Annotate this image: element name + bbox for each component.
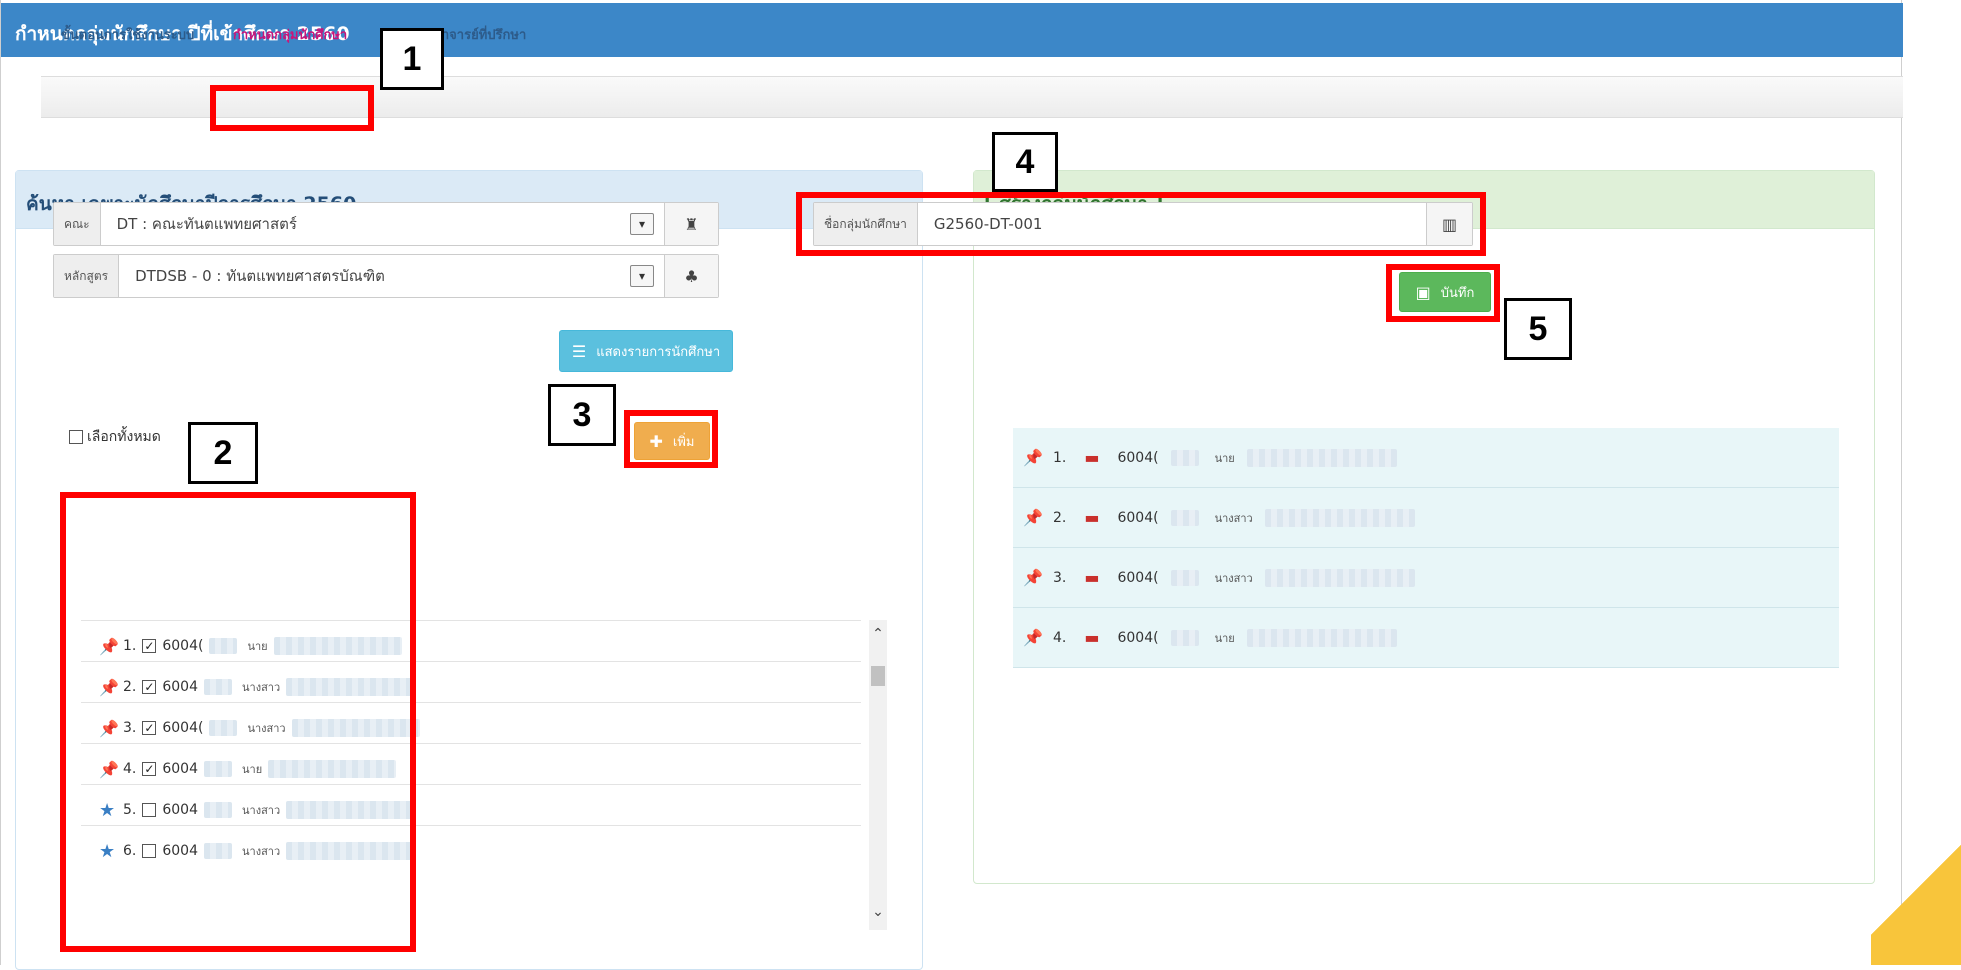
redacted-id-suffix bbox=[1170, 569, 1199, 586]
member-index: 3. bbox=[1053, 569, 1067, 586]
member-index: 4. bbox=[1053, 629, 1067, 646]
building-icon[interactable]: ♜ bbox=[664, 203, 718, 245]
redacted-name bbox=[1264, 568, 1415, 587]
member-id: 6004( bbox=[1117, 449, 1159, 466]
chevron-up-icon[interactable]: ⌃ bbox=[869, 626, 887, 642]
remove-icon[interactable]: ▬ bbox=[1084, 508, 1099, 527]
callout-box-4 bbox=[796, 192, 1486, 256]
group-member-list: 📌 1. ▬ 6004( นาย 📌 2. ▬ 6004( นางสาว 📌 3… bbox=[1013, 428, 1839, 668]
chevron-down-icon[interactable]: ▾ bbox=[630, 213, 654, 235]
pin-icon: 📌 bbox=[1023, 568, 1043, 587]
remove-icon[interactable]: ▬ bbox=[1084, 568, 1099, 587]
curriculum-select[interactable]: DTDSB - 0 : ทันตแพทยศาสตรบัณฑิต bbox=[119, 255, 630, 297]
member-prefix: นาย bbox=[1214, 451, 1235, 465]
member-id: 6004( bbox=[1117, 509, 1159, 526]
list-icon: ☰ bbox=[571, 341, 587, 361]
redacted-id-suffix bbox=[1170, 449, 1199, 466]
redacted-name bbox=[1246, 628, 1397, 647]
curriculum-label: หลักสูตร bbox=[54, 255, 120, 297]
scrollbar-thumb[interactable] bbox=[871, 666, 885, 686]
tree-icon[interactable]: ♣ bbox=[664, 255, 718, 297]
callout-box-3 bbox=[624, 410, 718, 468]
member-id: 6004( bbox=[1117, 569, 1159, 586]
curriculum-select-group[interactable]: หลักสูตร DTDSB - 0 : ทันตแพทยศาสตรบัณฑิต… bbox=[53, 254, 719, 298]
member-id: 6004( bbox=[1117, 629, 1159, 646]
faculty-label: คณะ bbox=[54, 203, 101, 245]
show-students-label: แสดงรายการนักศึกษา bbox=[596, 344, 721, 360]
callout-number-1: 1 bbox=[380, 28, 444, 90]
show-students-button[interactable]: ☰ แสดงรายการนักศึกษา bbox=[559, 330, 733, 372]
member-prefix: นาย bbox=[1214, 631, 1235, 645]
checkbox-icon[interactable] bbox=[69, 430, 83, 444]
list-item: 📌 1. ▬ 6004( นาย bbox=[1013, 428, 1839, 488]
pin-icon: 📌 bbox=[1023, 628, 1043, 647]
list-scrollbar[interactable]: ⌃ ⌄ bbox=[869, 620, 887, 930]
select-all-checkbox[interactable]: เลือกทั้งหมด bbox=[69, 426, 161, 448]
faculty-select[interactable]: DT : คณะทันตแพทยศาสตร์ bbox=[101, 203, 630, 245]
tab-usage-steps[interactable]: ขั้นตอนการใช้งานระบบ bbox=[61, 24, 194, 48]
list-item: 📌 3. ▬ 6004( นางสาว bbox=[1013, 548, 1839, 608]
callout-box-2 bbox=[60, 492, 416, 952]
callout-box-5 bbox=[1386, 264, 1500, 322]
callout-number-3: 3 bbox=[548, 384, 616, 446]
member-prefix: นางสาว bbox=[1214, 571, 1253, 585]
redacted-name bbox=[1246, 448, 1397, 467]
remove-icon[interactable]: ▬ bbox=[1084, 628, 1099, 647]
member-index: 1. bbox=[1053, 449, 1067, 466]
callout-number-2: 2 bbox=[188, 422, 258, 484]
callout-number-5: 5 bbox=[1504, 298, 1572, 360]
member-prefix: นางสาว bbox=[1214, 511, 1253, 525]
pin-icon: 📌 bbox=[1023, 508, 1043, 527]
redacted-id-suffix bbox=[1170, 509, 1199, 526]
redacted-id-suffix bbox=[1170, 629, 1199, 646]
list-item: 📌 4. ▬ 6004( นาย bbox=[1013, 608, 1839, 668]
callout-number-4: 4 bbox=[992, 132, 1058, 192]
list-item: 📌 2. ▬ 6004( นางสาว bbox=[1013, 488, 1839, 548]
select-all-label: เลือกทั้งหมด bbox=[87, 429, 161, 445]
member-index: 2. bbox=[1053, 509, 1067, 526]
pin-icon: 📌 bbox=[1023, 448, 1043, 467]
chevron-down-icon[interactable]: ▾ bbox=[630, 265, 654, 287]
faculty-select-group[interactable]: คณะ DT : คณะทันตแพทยศาสตร์ ▾ ♜ bbox=[53, 202, 719, 246]
tab-define-student-group[interactable]: กำหนดกลุ่มนักศึกษา bbox=[233, 24, 347, 48]
redacted-name bbox=[1264, 508, 1415, 527]
corner-decoration bbox=[1871, 815, 1961, 965]
chevron-down-icon[interactable]: ⌄ bbox=[869, 904, 887, 920]
remove-icon[interactable]: ▬ bbox=[1084, 448, 1099, 467]
callout-box-1 bbox=[210, 85, 374, 131]
